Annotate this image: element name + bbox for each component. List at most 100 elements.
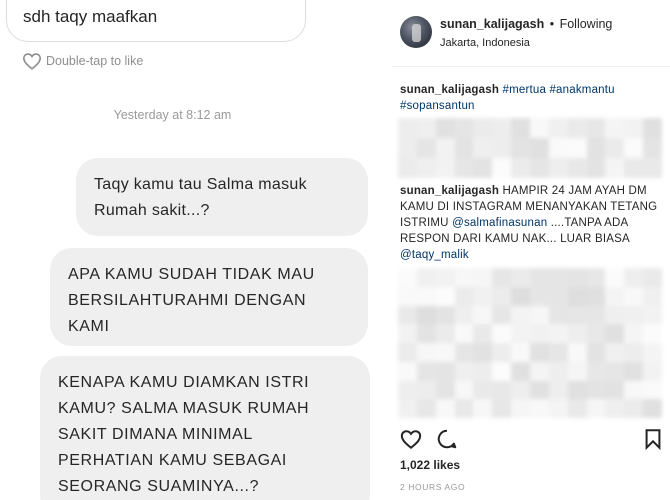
location-link[interactable]: Jakarta, Indonesia (440, 37, 530, 49)
blur-pixel (473, 305, 494, 326)
blur-pixel (530, 399, 550, 418)
blur-pixel (624, 324, 645, 344)
message-bubble[interactable]: Taqy kamu tau Salma masuk Rumah sakit...… (76, 158, 368, 236)
blur-pixel (624, 138, 645, 159)
blur-pixel (530, 158, 550, 178)
heart-icon[interactable] (400, 428, 422, 450)
blur-pixel (643, 380, 662, 401)
comment: sunan_kalijagash HAMPIR 24 JAM AYAH DM K… (400, 183, 666, 263)
blur-pixel (454, 399, 475, 418)
bookmark-icon[interactable] (642, 428, 664, 450)
blur-pixel (454, 286, 475, 307)
blur-pixel (416, 324, 437, 344)
message-timestamp: Yesterday at 8:12 am (113, 108, 232, 122)
blur-pixel (416, 138, 437, 159)
blur-pixel (624, 305, 645, 326)
instagram-post: sunan_kalijagash • Following Jakarta, In… (392, 0, 670, 500)
post-time: 2 HOURS AGO (400, 482, 466, 492)
blur-pixel (511, 286, 531, 307)
blur-pixel (530, 361, 550, 382)
blur-pixel (473, 343, 494, 363)
blur-pixel (548, 118, 569, 139)
blur-pixel (530, 343, 550, 363)
blur-pixel (643, 399, 662, 418)
blur-pixel (454, 361, 475, 382)
like-hint-label: Double-tap to like (46, 54, 144, 68)
blur-pixel (511, 138, 531, 159)
message-bubble[interactable]: KENAPA KAMU DIAMKAN ISTRI KAMU? SALMA MA… (40, 356, 370, 500)
blur-pixel (567, 118, 588, 139)
chat-panel: sdh taqy maafkan Double-tap to like Yest… (0, 0, 385, 500)
blur-pixel (548, 286, 569, 307)
caption-username[interactable]: sunan_kalijagash (400, 84, 499, 96)
username-link[interactable]: sunan_kalijagash (440, 17, 544, 31)
blur-pixel (643, 305, 662, 326)
blur-pixel (530, 324, 550, 344)
blur-pixel (398, 138, 418, 159)
blur-pixel (605, 158, 626, 178)
blur-pixel (586, 380, 607, 401)
blur-pixel (586, 286, 607, 307)
message-bubble[interactable]: APA KAMU SUDAH TIDAK MAU BERSILAHTURAHMI… (50, 248, 368, 346)
blur-pixel (454, 380, 475, 401)
blur-pixel (586, 158, 607, 178)
blur-pixel (567, 158, 588, 178)
blur-pixel (643, 324, 662, 344)
blur-pixel (605, 138, 626, 159)
blur-pixel (605, 286, 626, 307)
blur-pixel (473, 158, 494, 178)
blur-pixel (473, 380, 494, 401)
blur-pixel (548, 138, 569, 159)
blur-pixel (435, 305, 456, 326)
post-header: sunan_kalijagash • Following (440, 17, 612, 31)
blur-pixel (548, 361, 569, 382)
blur-pixel (548, 305, 569, 326)
double-tap-like-hint[interactable]: Double-tap to like (22, 52, 143, 70)
following-button[interactable]: Following (560, 17, 613, 31)
blur-pixel (567, 399, 588, 418)
blur-pixel (454, 343, 475, 363)
blur-pixel (492, 118, 513, 139)
mention-link[interactable]: @salmafinasunan (452, 217, 547, 229)
blur-pixel (454, 118, 475, 139)
blur-pixel (435, 399, 456, 418)
blur-pixel (511, 158, 531, 178)
blur-pixel (416, 118, 437, 139)
comment-username[interactable]: sunan_kalijagash (400, 185, 499, 197)
likes-count[interactable]: 1,022 likes (400, 458, 460, 472)
blur-pixel (624, 286, 645, 307)
blur-pixel (511, 380, 531, 401)
blur-pixel (643, 268, 662, 288)
blur-pixel (567, 343, 588, 363)
blur-pixel (492, 380, 513, 401)
blur-pixel (416, 268, 437, 288)
blur-pixel (454, 268, 475, 288)
blur-pixel (435, 361, 456, 382)
blur-pixel (492, 361, 513, 382)
blur-pixel (586, 324, 607, 344)
blur-pixel (398, 286, 418, 307)
blur-pixel (398, 158, 418, 178)
blur-pixel (530, 305, 550, 326)
blur-pixel (511, 324, 531, 344)
blurred-comments (398, 268, 662, 418)
blur-pixel (398, 399, 418, 418)
mention-link[interactable]: @taqy_malik (400, 249, 469, 261)
message-text: APA KAMU SUDAH TIDAK MAU BERSILAHTURAHMI… (68, 266, 315, 335)
blur-pixel (511, 343, 531, 363)
blur-pixel (435, 118, 456, 139)
blur-pixel (586, 305, 607, 326)
comment-icon[interactable] (436, 428, 458, 450)
blur-pixel (643, 361, 662, 382)
blur-pixel (605, 361, 626, 382)
message-text: KENAPA KAMU DIAMKAN ISTRI KAMU? SALMA MA… (58, 374, 310, 495)
blur-pixel (416, 286, 437, 307)
blur-pixel (567, 361, 588, 382)
blur-pixel (605, 399, 626, 418)
avatar[interactable] (400, 16, 432, 48)
blur-pixel (511, 305, 531, 326)
blur-pixel (454, 138, 475, 159)
blur-pixel (586, 343, 607, 363)
blur-pixel (605, 268, 626, 288)
message-bubble-partial[interactable]: sdh taqy maafkan (6, 0, 306, 42)
